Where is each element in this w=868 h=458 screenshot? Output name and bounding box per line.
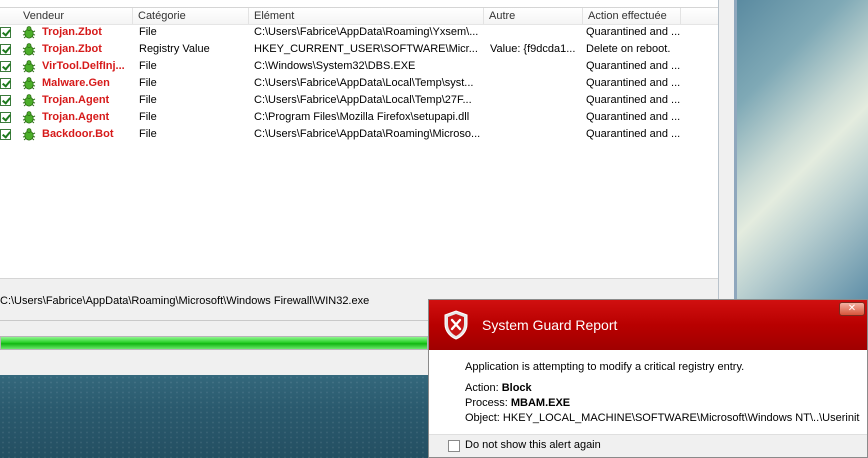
threat-checkbox[interactable] (0, 112, 11, 123)
threat-checkbox[interactable] (0, 27, 11, 38)
threat-checkbox[interactable] (0, 78, 11, 89)
threat-action: Quarantined and ... (586, 77, 681, 89)
threat-row[interactable]: Trojan.Zbot Registry Value HKEY_CURRENT_US… (0, 41, 718, 58)
dialog-header: System Guard Report ✕ (429, 300, 867, 350)
object-label: Object: (465, 412, 500, 424)
column-header-other[interactable]: Autre (484, 8, 583, 24)
current-scan-path: C:\Users\Fabrice\AppData\Roaming\Microso… (0, 295, 370, 307)
threat-row[interactable]: Trojan.Agent File C:\Program Files\Mozilla… (0, 109, 718, 126)
bug-icon (22, 128, 36, 141)
threat-category: File (139, 94, 157, 106)
threat-row[interactable]: VirTool.DelfInj... File C:\Windows\System3… (0, 58, 718, 75)
scan-progress-bar (0, 336, 428, 350)
threat-list[interactable]: Vendeur Catégorie Elément Autre Action e… (0, 0, 719, 279)
threat-category: File (139, 60, 157, 72)
object-value: HKEY_LOCAL_MACHINE\SOFTWARE\Microsoft\Wi… (502, 412, 860, 424)
threat-vendor: Backdoor.Bot (42, 128, 114, 140)
bug-icon (22, 94, 36, 107)
threat-category: Registry Value (139, 43, 210, 55)
threat-element: C:\Windows\System32\DBS.EXE (254, 60, 416, 72)
threat-checkbox[interactable] (0, 95, 11, 106)
threat-action: Quarantined and ... (586, 94, 681, 106)
threat-vendor: Trojan.Zbot (42, 26, 102, 38)
column-header-action[interactable]: Action effectuée (583, 8, 681, 24)
system-guard-dialog: System Guard Report ✕ Application is att… (428, 299, 868, 458)
threat-element: C:\Program Files\Mozilla Firefox\setupap… (254, 111, 470, 123)
threat-element: C:\Users\Fabrice\AppData\Local\Temp\syst… (254, 77, 474, 89)
threat-action: Quarantined and ... (586, 26, 681, 38)
column-header-category[interactable]: Catégorie (133, 8, 249, 24)
threat-category: File (139, 128, 157, 140)
desktop-background-right (735, 0, 868, 300)
threat-element: C:\Users\Fabrice\AppData\Local\Temp\27F.… (254, 94, 472, 106)
threat-row[interactable]: Malware.Gen File C:\Users\Fabrice\AppData\… (0, 75, 718, 92)
column-header-element[interactable]: Elément (249, 8, 484, 24)
process-line: Process: MBAM.EXE (465, 396, 859, 411)
action-value: Block (501, 382, 532, 394)
threat-category: File (139, 77, 157, 89)
process-value: MBAM.EXE (510, 397, 571, 409)
threat-element: C:\Users\Fabrice\AppData\Roaming\Yxsem\.… (254, 26, 479, 38)
bug-icon (22, 26, 36, 39)
process-label: Process: (465, 397, 508, 409)
action-line: Action: Block (465, 381, 859, 396)
threat-vendor: Trojan.Agent (42, 94, 110, 106)
threat-row[interactable]: Trojan.Zbot File C:\Users\Fabrice\AppData\… (0, 24, 718, 41)
threat-action: Quarantined and ... (586, 60, 681, 72)
dialog-footer: Do not show this alert again (429, 434, 867, 457)
action-label: Action: (465, 382, 499, 394)
threat-vendor: Trojan.Zbot (42, 43, 102, 55)
threat-other: Value: {f9dcda1... (490, 43, 576, 55)
column-header-vendor[interactable]: Vendeur (18, 8, 133, 24)
dialog-body: Application is attempting to modify a cr… (465, 360, 859, 426)
threat-vendor: Malware.Gen (42, 77, 110, 89)
bug-icon (22, 60, 36, 73)
bug-icon (22, 111, 36, 124)
bug-icon (22, 77, 36, 90)
dialog-message: Application is attempting to modify a cr… (465, 361, 745, 373)
threat-vendor: Trojan.Agent (42, 111, 110, 123)
list-header: Vendeur Catégorie Elément Autre Action e… (0, 7, 718, 25)
threat-row[interactable]: Trojan.Agent File C:\Users\Fabrice\AppData… (0, 92, 718, 109)
threat-action: Quarantined and ... (586, 111, 681, 123)
bug-icon (22, 43, 36, 56)
do-not-show-label[interactable]: Do not show this alert again (465, 439, 601, 451)
threat-action: Delete on reboot. (586, 43, 671, 55)
threat-category: File (139, 26, 157, 38)
shield-error-icon (444, 310, 468, 340)
window-border (734, 0, 737, 300)
threat-checkbox[interactable] (0, 61, 11, 72)
dialog-title: System Guard Report (482, 317, 618, 333)
close-button[interactable]: ✕ (839, 302, 865, 316)
object-line: Object: HKEY_LOCAL_MACHINE\SOFTWARE\Micr… (465, 411, 859, 426)
threat-action: Quarantined and ... (586, 128, 681, 140)
threat-element: C:\Users\Fabrice\AppData\Roaming\Microso… (254, 128, 481, 140)
threat-row[interactable]: Backdoor.Bot File C:\Users\Fabrice\AppData… (0, 126, 718, 143)
threat-checkbox[interactable] (0, 129, 11, 140)
do-not-show-checkbox[interactable] (448, 440, 460, 452)
threat-category: File (139, 111, 157, 123)
threat-vendor: VirTool.DelfInj... (42, 60, 125, 72)
threat-element: HKEY_CURRENT_USER\SOFTWARE\Micr... (254, 43, 478, 55)
threat-checkbox[interactable] (0, 44, 11, 55)
